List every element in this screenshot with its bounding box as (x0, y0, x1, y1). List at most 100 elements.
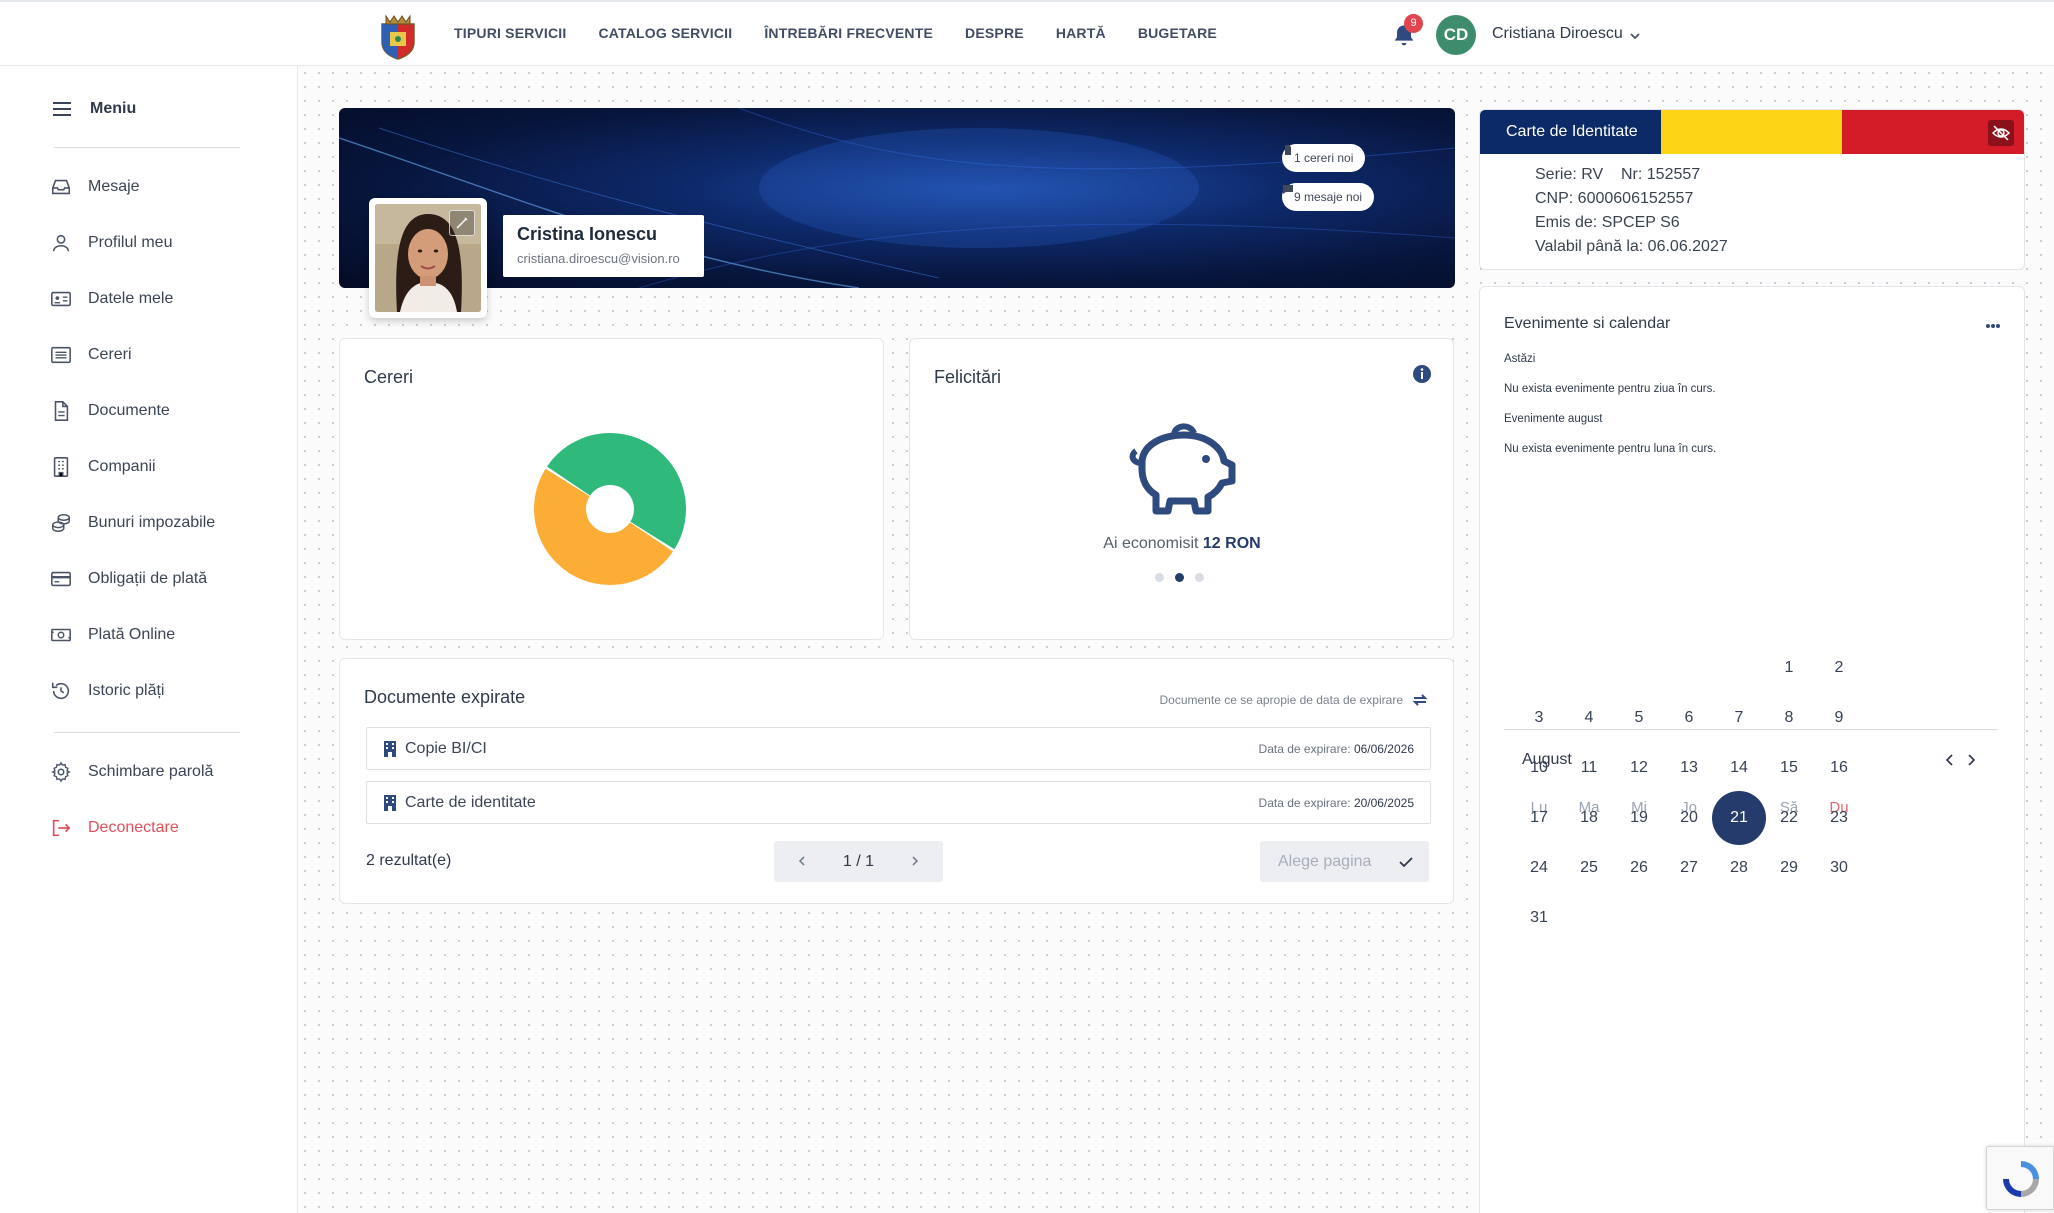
calendar-day[interactable]: 28 (1712, 841, 1766, 895)
calendar-day[interactable]: 24 (1512, 841, 1566, 895)
calendar-day[interactable]: 16 (1812, 741, 1866, 795)
sidebar-item-documente[interactable]: Documente (50, 398, 170, 424)
calendar-day[interactable]: 22 (1762, 791, 1816, 845)
calendar-day[interactable]: 31 (1512, 891, 1566, 945)
expiry-label: Data de expirare: (1258, 795, 1351, 810)
id-nr: Nr: 152557 (1621, 166, 1701, 183)
expiry-label: Data de expirare: (1258, 741, 1351, 756)
sidebar-item-label: Mesaje (88, 178, 140, 195)
hide-details-button[interactable] (1988, 120, 2014, 146)
nav-bugetare[interactable]: BUGETARE (1138, 25, 1217, 41)
sidebar-item-obligatii-de-plata[interactable]: Obligații de plată (50, 566, 207, 592)
calendar-day[interactable]: 6 (1662, 691, 1716, 745)
events-today-empty: Nu exista evenimente pentru ziua în curs… (1504, 383, 1716, 395)
city-crest-logo[interactable] (378, 12, 418, 60)
calendar-day[interactable]: 4 (1562, 691, 1616, 745)
nav-intrebari-frecvente[interactable]: ÎNTREBĂRI FRECVENTE (764, 25, 933, 41)
sidebar-item-label: Bunuri impozabile (88, 514, 216, 531)
document-icon (54, 401, 69, 421)
nav-catalog-servicii[interactable]: CATALOG SERVICII (598, 25, 732, 41)
documents-toggle[interactable]: Documente ce se apropie de data de expir… (1160, 691, 1430, 709)
history-icon (51, 682, 70, 700)
cereri-donut-chart[interactable] (500, 399, 720, 619)
calendar-day[interactable]: 8 (1762, 691, 1816, 745)
calendar-day[interactable]: 12 (1612, 741, 1666, 795)
sidebar-item-label: Datele mele (88, 290, 174, 307)
savings-prefix: Ai economisit (1103, 535, 1199, 552)
calendar-day[interactable]: 1 (1762, 641, 1816, 695)
check-icon[interactable] (1398, 854, 1414, 870)
calendar-day[interactable]: 2 (1812, 641, 1866, 695)
calendar-day[interactable]: 17 (1512, 791, 1566, 845)
sidebar-item-bunuri-impozabile[interactable]: Bunuri impozabile (50, 510, 215, 536)
calendar-day[interactable]: 20 (1662, 791, 1716, 845)
recaptcha-icon (2003, 1161, 2039, 1197)
page-select[interactable]: Alege pagina (1260, 841, 1429, 882)
id-card-icon (51, 291, 71, 307)
carousel-dot[interactable] (1175, 573, 1184, 582)
new-messages-pill[interactable]: 9 mesaje noi (1282, 183, 1375, 211)
calendar-day[interactable]: 19 (1612, 791, 1666, 845)
nav-tipuri-servicii[interactable]: TIPURI SERVICII (454, 25, 566, 41)
calendar-day[interactable]: 25 (1562, 841, 1616, 895)
user-name[interactable]: Cristiana Diroescu (1492, 25, 1623, 43)
carousel-dot[interactable] (1155, 573, 1164, 582)
sidebar-item-plata-online[interactable]: Plată Online (50, 622, 175, 648)
calendar-day[interactable]: 10 (1512, 741, 1566, 795)
carousel-dot[interactable] (1195, 573, 1204, 582)
info-icon[interactable] (1412, 364, 1432, 384)
sidebar-item-profilul-meu[interactable]: Profilul meu (50, 230, 172, 256)
calendar-day[interactable]: 15 (1762, 741, 1816, 795)
calendar-day[interactable]: 23 (1812, 791, 1866, 845)
calendar-day[interactable]: 13 (1662, 741, 1716, 795)
calendar-day[interactable]: 21 (1712, 791, 1766, 845)
calendar-day[interactable]: 30 (1812, 841, 1866, 895)
sidebar-item-cereri[interactable]: Cereri (50, 342, 132, 368)
piggy-bank-icon (1122, 419, 1238, 519)
document-row[interactable]: Carte de identitate Data de expirare: 20… (366, 781, 1431, 824)
menu-toggle[interactable]: Meniu (52, 96, 136, 122)
id-serie: Serie: RV (1535, 166, 1604, 183)
calendar-day[interactable]: 3 (1512, 691, 1566, 745)
calendar-day[interactable]: 27 (1662, 841, 1716, 895)
profile-photo (375, 204, 481, 312)
calendar-day[interactable]: 29 (1762, 841, 1816, 895)
sidebar-item-companii[interactable]: Companii (50, 454, 156, 480)
more-options-icon[interactable] (1985, 323, 2001, 329)
logout-icon (52, 819, 71, 837)
savings-text: Ai economisit 12 RON (910, 535, 1454, 553)
sidebar-item-datele-mele[interactable]: Datele mele (50, 286, 173, 312)
sidebar-item-schimbare-parola[interactable]: Schimbare parolă (50, 759, 213, 785)
recaptcha-badge[interactable] (1986, 1146, 2054, 1210)
id-card-widget: Carte de Identitate Serie: RV Nr: 152557… (1479, 109, 2025, 270)
chevron-right-icon[interactable] (909, 855, 921, 867)
sidebar-item-mesaje[interactable]: Mesaje (50, 174, 140, 200)
sidebar-item-istoric-plati[interactable]: Istoric plăți (50, 678, 164, 704)
menu-label: Meniu (90, 100, 137, 117)
calendar-day[interactable]: 14 (1712, 741, 1766, 795)
avatar[interactable]: CD (1436, 15, 1476, 55)
sidebar-item-deconectare[interactable]: Deconectare (50, 815, 179, 841)
calendar-day[interactable]: 26 (1612, 841, 1666, 895)
id-emis: Emis de: SPCEP S6 (1535, 214, 1680, 231)
profile-photo-frame (369, 198, 487, 318)
flag-yellow (1661, 110, 1842, 154)
id-cnp: CNP: 6000606152557 (1535, 190, 1694, 207)
hamburger-icon (53, 102, 71, 116)
list-icon (51, 346, 71, 364)
new-requests-pill[interactable]: 1 cereri noi (1282, 144, 1366, 172)
document-row[interactable]: Copie BI/CI Data de expirare: 06/06/2026 (366, 727, 1431, 770)
calendar-day[interactable]: 9 (1812, 691, 1866, 745)
chevron-right-icon[interactable] (1964, 753, 1978, 767)
edit-photo-button[interactable] (449, 210, 475, 236)
chevron-left-icon[interactable] (1943, 753, 1957, 767)
cereri-title: Cereri (364, 367, 414, 387)
calendar-day[interactable]: 7 (1712, 691, 1766, 745)
calendar-day[interactable]: 18 (1562, 791, 1616, 845)
calendar-day[interactable]: 11 (1562, 741, 1616, 795)
nav-despre[interactable]: DESPRE (965, 25, 1024, 41)
nav-harta[interactable]: HARTĂ (1056, 25, 1106, 41)
calendar-day[interactable]: 5 (1612, 691, 1666, 745)
carousel-dots (1155, 573, 1215, 582)
chevron-down-icon[interactable] (1628, 29, 1642, 43)
